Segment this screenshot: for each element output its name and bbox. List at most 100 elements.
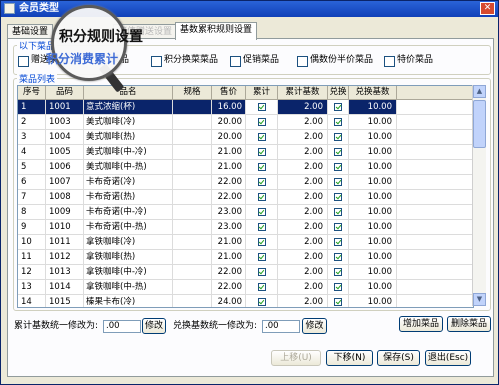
- exch-bulk-modify-button[interactable]: 修改: [302, 318, 327, 334]
- close-button[interactable]: ✕: [480, 2, 495, 15]
- table-row[interactable]: 6 1007 卡布奇诺(冷) 22.00 2.00 10.00: [18, 175, 473, 190]
- gift-dish-checkbox[interactable]: [18, 56, 29, 67]
- checkmark-icon[interactable]: [334, 193, 342, 201]
- checkmark-icon[interactable]: [257, 238, 266, 246]
- special-price-checkbox[interactable]: [384, 56, 395, 67]
- cell-exchange[interactable]: [328, 115, 349, 130]
- cell-accumulate[interactable]: [246, 130, 278, 145]
- table-row[interactable]: 14 1015 榛果卡布(冷) 24.00 2.00 10.00: [18, 295, 473, 307]
- cell-exchange[interactable]: [328, 235, 349, 250]
- scroll-thumb[interactable]: [473, 100, 486, 148]
- checkmark-icon[interactable]: [257, 268, 266, 276]
- checkmark-icon[interactable]: [334, 298, 342, 306]
- cell-accumulate[interactable]: [246, 250, 278, 265]
- checkmark-icon[interactable]: [334, 223, 342, 231]
- header-code[interactable]: 品码: [46, 86, 84, 99]
- table-row[interactable]: 13 1014 拿铁咖啡(中-热) 22.00 2.00 10.00: [18, 280, 473, 295]
- move-up-button[interactable]: 上移(U): [271, 350, 321, 366]
- scroll-up-icon[interactable]: ▲: [473, 85, 486, 98]
- add-dish-button[interactable]: 增加菜品: [399, 316, 443, 332]
- scroll-down-icon[interactable]: ▼: [473, 293, 486, 306]
- cell-accumulate[interactable]: [246, 280, 278, 295]
- table-row[interactable]: 2 1003 美式咖啡(冷) 20.00 2.00 10.00: [18, 115, 473, 130]
- checkmark-icon[interactable]: [257, 223, 266, 231]
- checkmark-icon[interactable]: [257, 163, 266, 171]
- cell-accumulate[interactable]: [246, 295, 278, 307]
- header-price[interactable]: 售价: [212, 86, 246, 99]
- cell-exchange[interactable]: [328, 190, 349, 205]
- move-down-button[interactable]: 下移(N): [326, 350, 373, 366]
- table-row[interactable]: 3 1004 美式咖啡(热) 20.00 2.00 10.00: [18, 130, 473, 145]
- cell-exchange[interactable]: [328, 130, 349, 145]
- cell-accumulate[interactable]: [246, 235, 278, 250]
- checkmark-icon[interactable]: [334, 178, 342, 186]
- checkmark-icon[interactable]: [334, 148, 342, 156]
- checkmark-icon[interactable]: [257, 103, 266, 111]
- cell-accumulate[interactable]: [246, 175, 278, 190]
- table-row[interactable]: 1 1001 意式浓缩(杯) 16.00 2.00 10.00: [18, 100, 473, 115]
- grid-scrollbar[interactable]: ▲ ▼: [472, 85, 486, 306]
- checkmark-icon[interactable]: [334, 118, 342, 126]
- exit-button[interactable]: 退出(Esc): [425, 350, 471, 366]
- cell-exchange[interactable]: [328, 160, 349, 175]
- checkmark-icon[interactable]: [257, 178, 266, 186]
- table-row[interactable]: 4 1005 美式咖啡(中-冷) 21.00 2.00 10.00: [18, 145, 473, 160]
- checkmark-icon[interactable]: [334, 238, 342, 246]
- table-row[interactable]: 12 1013 拿铁咖啡(中-冷) 22.00 2.00 10.00: [18, 265, 473, 280]
- checkmark-icon[interactable]: [334, 283, 342, 291]
- dish-grid[interactable]: 序号 品码 品名 规格 售价 累计 累计基数 兑换 兑换基数 1 1001 意式浓缩…: [17, 85, 474, 308]
- table-row[interactable]: 7 1008 卡布奇诺(热) 22.00 2.00 10.00: [18, 190, 473, 205]
- tab-basic-settings[interactable]: 基础设置: [7, 24, 54, 39]
- header-acc-base[interactable]: 累计基数: [278, 86, 328, 99]
- table-row[interactable]: 8 1009 卡布奇诺(中-冷) 23.00 2.00 10.00: [18, 205, 473, 220]
- checkmark-icon[interactable]: [334, 103, 342, 111]
- header-name[interactable]: 品名: [84, 86, 173, 99]
- cell-accumulate[interactable]: [246, 115, 278, 130]
- delete-dish-button[interactable]: 删除菜品: [447, 316, 491, 332]
- cell-exchange[interactable]: [328, 100, 349, 115]
- points-exchange-dish-checkbox[interactable]: [151, 56, 162, 67]
- cell-exchange[interactable]: [328, 280, 349, 295]
- table-row[interactable]: 11 1012 拿铁咖啡(热) 21.00 2.00 10.00: [18, 250, 473, 265]
- cell-exchange[interactable]: [328, 220, 349, 235]
- cell-accumulate[interactable]: [246, 190, 278, 205]
- checkmark-icon[interactable]: [334, 163, 342, 171]
- table-row[interactable]: 10 1011 拿铁咖啡(冷) 21.00 2.00 10.00: [18, 235, 473, 250]
- acc-bulk-input[interactable]: .00: [103, 320, 141, 333]
- table-row[interactable]: 9 1010 卡布奇诺(中-热) 23.00 2.00 10.00: [18, 220, 473, 235]
- acc-bulk-modify-button[interactable]: 修改: [142, 318, 166, 334]
- cell-exchange[interactable]: [328, 295, 349, 307]
- cell-accumulate[interactable]: [246, 100, 278, 115]
- header-seq[interactable]: 序号: [18, 86, 46, 99]
- cell-exchange[interactable]: [328, 265, 349, 280]
- checkmark-icon[interactable]: [257, 298, 266, 306]
- cell-exchange[interactable]: [328, 205, 349, 220]
- even-half-price-checkbox[interactable]: [297, 56, 308, 67]
- cell-exchange[interactable]: [328, 250, 349, 265]
- cell-accumulate[interactable]: [246, 205, 278, 220]
- checkmark-icon[interactable]: [334, 208, 342, 216]
- header-spec[interactable]: 规格: [173, 86, 212, 99]
- checkmark-icon[interactable]: [257, 253, 266, 261]
- checkmark-icon[interactable]: [334, 253, 342, 261]
- table-row[interactable]: 5 1006 美式咖啡(中-热) 21.00 2.00 10.00: [18, 160, 473, 175]
- promo-dish-checkbox[interactable]: [230, 56, 241, 67]
- cell-accumulate[interactable]: [246, 265, 278, 280]
- cell-exchange[interactable]: [328, 175, 349, 190]
- checkmark-icon[interactable]: [334, 133, 342, 141]
- cell-accumulate[interactable]: [246, 220, 278, 235]
- cell-accumulate[interactable]: [246, 160, 278, 175]
- checkmark-icon[interactable]: [257, 193, 266, 201]
- checkmark-icon[interactable]: [257, 208, 266, 216]
- cell-accumulate[interactable]: [246, 145, 278, 160]
- checkmark-icon[interactable]: [257, 283, 266, 291]
- exch-bulk-input[interactable]: .00: [262, 320, 300, 333]
- header-exchange[interactable]: 兑换: [328, 86, 349, 99]
- checkmark-icon[interactable]: [257, 148, 266, 156]
- header-exch-base[interactable]: 兑换基数: [349, 86, 397, 99]
- checkmark-icon[interactable]: [257, 133, 266, 141]
- header-accumulate[interactable]: 累计: [246, 86, 278, 99]
- tab-accumulation-rules[interactable]: 基数累积规则设置: [175, 22, 258, 40]
- cell-exchange[interactable]: [328, 145, 349, 160]
- checkmark-icon[interactable]: [334, 268, 342, 276]
